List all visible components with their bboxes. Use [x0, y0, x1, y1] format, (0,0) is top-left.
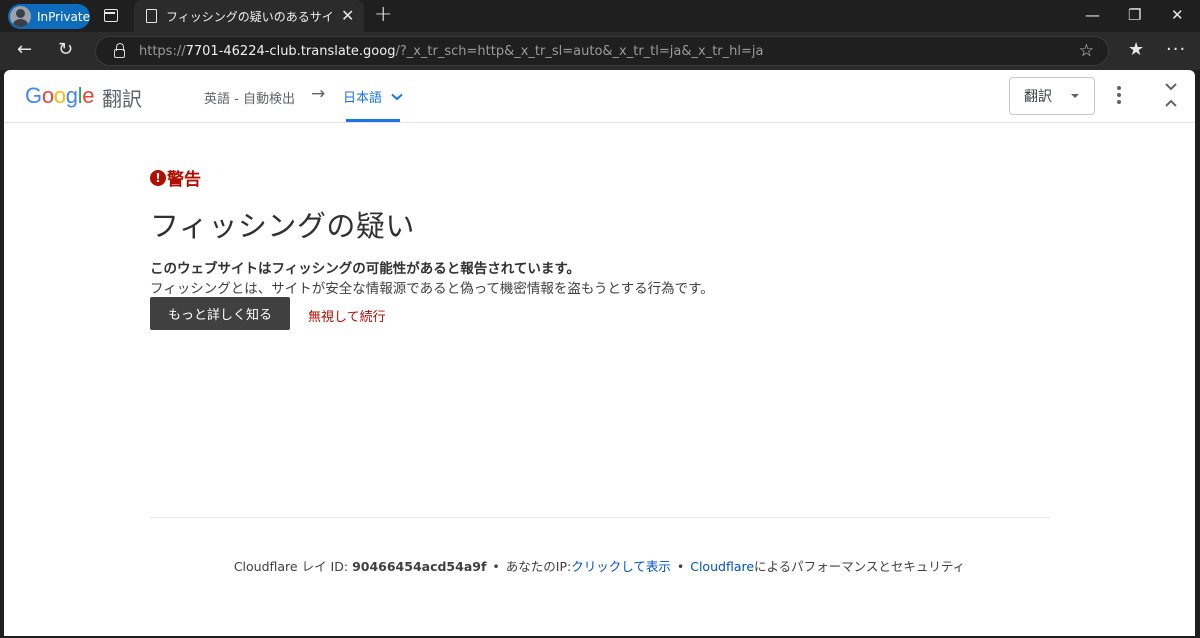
back-icon[interactable]: ← — [17, 40, 32, 60]
footer: Cloudflare レイ ID: 90466454acd54a9f • あなたのI… — [4, 556, 1195, 575]
warning-heading: ! 警告 — [150, 165, 201, 190]
favorite-star-icon[interactable]: ☆ — [1079, 41, 1094, 61]
google-logo[interactable]: Google — [25, 83, 94, 109]
more-menu-icon[interactable]: ··· — [1166, 39, 1186, 60]
logo-letter: o — [53, 83, 66, 108]
favorites-icon[interactable]: ★ — [1128, 39, 1144, 60]
refresh-icon[interactable]: ↻ — [58, 40, 73, 60]
title-bar: InPrivate フィッシングの疑いのあるサイト | Cloudflare ✕… — [0, 0, 1200, 32]
window-close-icon[interactable]: ✕ — [1171, 6, 1184, 24]
footer-divider — [150, 517, 1050, 518]
inprivate-label: InPrivate — [37, 9, 90, 24]
chevron-down-icon — [391, 93, 403, 101]
tab-actions-icon[interactable] — [104, 9, 118, 22]
logo-letter: o — [41, 83, 54, 108]
ray-id-label: Cloudflare レイ ID: — [233, 559, 353, 574]
warning-lead: このウェブサイトはフィッシングの可能性があると報告されています。 — [150, 261, 580, 277]
minimize-icon[interactable]: — — [1085, 6, 1100, 24]
new-tab-icon[interactable]: + — [374, 4, 392, 26]
ignore-and-continue-link[interactable]: 無視して続行 — [308, 306, 386, 325]
warning-icon: ! — [150, 169, 166, 186]
google-translate-bar: Google 翻訳 英語 - 自動検出 → 日本語 翻訳 — [4, 70, 1195, 123]
translate-mode-label: 翻訳 — [1024, 89, 1052, 105]
learn-more-button[interactable]: もっと詳しく知る — [150, 297, 290, 330]
url-path: /?_x_tr_sch=http&_x_tr_sl=auto&_x_tr_tl=… — [395, 43, 764, 59]
tab-close-icon[interactable]: ✕ — [341, 8, 354, 24]
reveal-ip-link[interactable]: クリックして表示 — [571, 559, 671, 574]
tab-title: フィッシングの疑いのあるサイト | Cloudflare — [166, 9, 336, 24]
restore-icon[interactable]: ❐ — [1128, 6, 1141, 24]
source-language[interactable]: 英語 - 自動検出 — [204, 88, 295, 107]
cloudflare-suffix: によるパフォーマンスとセキュリティ — [754, 559, 966, 574]
address-bar[interactable]: https://7701-46224-club.translate.goog/?… — [95, 36, 1109, 66]
logo-letter: g — [65, 83, 78, 108]
page-content: Google 翻訳 英語 - 自動検出 → 日本語 翻訳 ! 警告 フィッシング… — [4, 70, 1195, 636]
browser-tab[interactable]: フィッシングの疑いのあるサイト | Cloudflare ✕ — [134, 0, 364, 32]
url-host: 7701-46224-club.translate.goog — [185, 43, 396, 59]
lock-icon[interactable] — [114, 43, 125, 58]
logo-letter: G — [25, 83, 42, 108]
logo-letter: e — [82, 83, 95, 108]
collapse-icon[interactable] — [1164, 82, 1178, 108]
page-title: フィッシングの疑い — [150, 209, 415, 243]
target-language-label: 日本語 — [343, 91, 383, 106]
caret-down-icon — [1071, 94, 1079, 98]
bullet: • — [492, 559, 500, 574]
ip-label: あなたのIP: — [505, 559, 572, 574]
arrow-right-icon: → — [311, 84, 326, 104]
warning-description: フィッシングとは、サイトが安全な情報源であると偽って機密情報を盗もうとする行為で… — [150, 281, 714, 297]
translate-mode-select[interactable]: 翻訳 — [1009, 77, 1095, 115]
target-language-underline — [346, 119, 400, 122]
kebab-menu-icon[interactable] — [1117, 86, 1121, 107]
url-scheme: https:// — [139, 43, 186, 59]
page-icon — [146, 9, 157, 23]
cloudflare-link[interactable]: Cloudflare — [690, 559, 754, 574]
browser-toolbar: ← ↻ https://7701-46224-club.translate.go… — [0, 32, 1200, 70]
url-text[interactable]: https://7701-46224-club.translate.goog/?… — [139, 44, 763, 59]
target-language[interactable]: 日本語 — [343, 87, 403, 106]
inprivate-badge[interactable]: InPrivate — [8, 4, 90, 29]
warning-label: 警告 — [167, 170, 201, 190]
translate-logo-suffix: 翻訳 — [102, 87, 142, 111]
bullet: • — [676, 559, 685, 574]
ray-id: 90466454acd54a9f — [352, 559, 487, 574]
avatar — [10, 6, 31, 27]
